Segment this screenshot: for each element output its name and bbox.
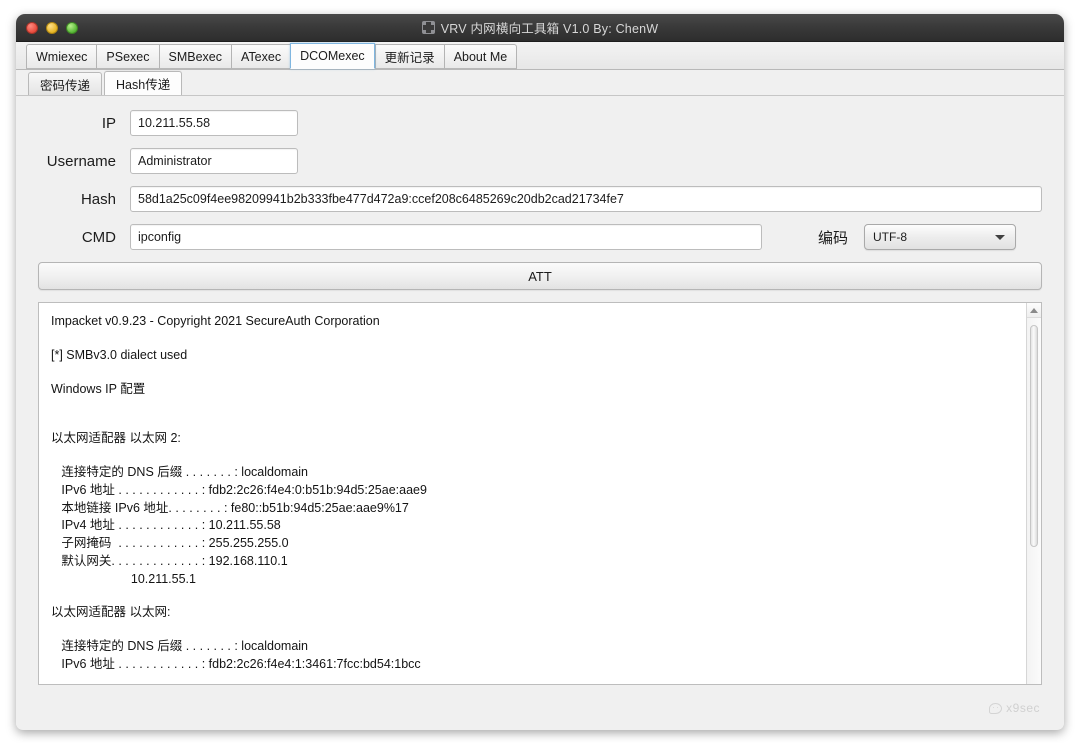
- subtab-hash-auth[interactable]: Hash传递: [104, 71, 182, 95]
- output-line: 10.211.55.1: [51, 571, 1014, 589]
- connection-form: IP 10.211.55.58 Username Administrator H…: [16, 96, 1064, 250]
- sub-tab-strip: 密码传递 Hash传递: [16, 70, 1064, 96]
- ip-label: IP: [38, 115, 130, 132]
- output-line: Windows IP 配置: [51, 381, 1014, 399]
- output-line: [51, 622, 1014, 638]
- close-button[interactable]: [26, 22, 38, 34]
- tab-about-me[interactable]: About Me: [444, 44, 518, 69]
- output-line: IPv6 地址 . . . . . . . . . . . . : fdb2:2…: [51, 656, 1014, 674]
- tab-psexec[interactable]: PSexec: [96, 44, 158, 69]
- output-line: IPv6 地址 . . . . . . . . . . . . : fdb2:2…: [51, 482, 1014, 500]
- title-bar: VRV 内网横向工具箱 V1.0 By: ChenW: [16, 14, 1064, 42]
- hash-input[interactable]: 58d1a25c09f4ee98209941b2b333fbe477d472a9…: [130, 186, 1042, 212]
- cmd-row: CMD ipconfig 编码 UTF-8: [38, 224, 1042, 250]
- att-button[interactable]: ATT: [38, 262, 1042, 290]
- tab-atexec[interactable]: ATexec: [231, 44, 290, 69]
- output-line: [51, 398, 1014, 414]
- cmd-input[interactable]: ipconfig: [130, 224, 762, 250]
- window-title: VRV 内网横向工具箱 V1.0 By: ChenW: [441, 18, 659, 37]
- encoding-label: 编码: [818, 227, 848, 248]
- output-line: [51, 448, 1014, 464]
- title-center: VRV 内网横向工具箱 V1.0 By: ChenW: [16, 14, 1064, 41]
- output-line: [51, 414, 1014, 430]
- zoom-button[interactable]: [66, 22, 78, 34]
- scroll-up-button[interactable]: [1027, 303, 1041, 318]
- encoding-value: UTF-8: [873, 230, 907, 244]
- ip-row: IP 10.211.55.58: [38, 110, 1042, 136]
- tab-changelog[interactable]: 更新记录: [375, 44, 444, 69]
- watermark-text: x9sec: [1006, 701, 1040, 715]
- main-tab-strip: Wmiexec PSexec SMBexec ATexec DCOMexec 更…: [16, 42, 1064, 70]
- app-icon: [422, 21, 435, 34]
- app-window: VRV 内网横向工具箱 V1.0 By: ChenW Wmiexec PSexe…: [16, 14, 1064, 730]
- output-line: 子网掩码 . . . . . . . . . . . . : 255.255.2…: [51, 535, 1014, 553]
- output-line: [*] SMBv3.0 dialect used: [51, 347, 1014, 365]
- scrollbar-thumb[interactable]: [1030, 325, 1038, 547]
- window-controls: [26, 22, 78, 34]
- output-line: 连接特定的 DNS 后缀 . . . . . . . : localdomain: [51, 464, 1014, 482]
- tab-smbexec[interactable]: SMBexec: [159, 44, 232, 69]
- hash-row: Hash 58d1a25c09f4ee98209941b2b333fbe477d…: [38, 186, 1042, 212]
- username-input[interactable]: Administrator: [130, 148, 298, 174]
- watermark: x9sec: [989, 701, 1040, 715]
- ip-input[interactable]: 10.211.55.58: [130, 110, 298, 136]
- hash-label: Hash: [38, 191, 130, 208]
- content-panel: 密码传递 Hash传递 IP 10.211.55.58 Username Adm…: [16, 70, 1064, 729]
- tab-dcomexec[interactable]: DCOMexec: [290, 43, 375, 69]
- output-line: 以太网适配器 以太网:: [51, 604, 1014, 622]
- output-line: 默认网关. . . . . . . . . . . . . : 192.168.…: [51, 553, 1014, 571]
- output-line: IPv4 地址 . . . . . . . . . . . . : 10.211…: [51, 517, 1014, 535]
- cmd-label: CMD: [38, 229, 130, 246]
- output-line: [51, 588, 1014, 604]
- tab-wmiexec[interactable]: Wmiexec: [26, 44, 96, 69]
- output-line: [51, 365, 1014, 381]
- output-line: 以太网适配器 以太网 2:: [51, 430, 1014, 448]
- subtab-password-auth[interactable]: 密码传递: [28, 72, 102, 95]
- minimize-button[interactable]: [46, 22, 58, 34]
- username-row: Username Administrator: [38, 148, 1042, 174]
- output-text: Impacket v0.9.23 - Copyright 2021 Secure…: [39, 303, 1026, 684]
- output-line: 本地链接 IPv6 地址. . . . . . . . : fe80::b51b…: [51, 500, 1014, 518]
- output-line: [51, 331, 1014, 347]
- wechat-icon: [989, 703, 1002, 714]
- output-console: Impacket v0.9.23 - Copyright 2021 Secure…: [38, 302, 1042, 685]
- output-scrollbar[interactable]: [1026, 303, 1041, 684]
- username-label: Username: [38, 153, 130, 170]
- encoding-select[interactable]: UTF-8: [864, 224, 1016, 250]
- chevron-down-icon: [995, 235, 1005, 240]
- output-line: 连接特定的 DNS 后缀 . . . . . . . : localdomain: [51, 638, 1014, 656]
- output-line: Impacket v0.9.23 - Copyright 2021 Secure…: [51, 313, 1014, 331]
